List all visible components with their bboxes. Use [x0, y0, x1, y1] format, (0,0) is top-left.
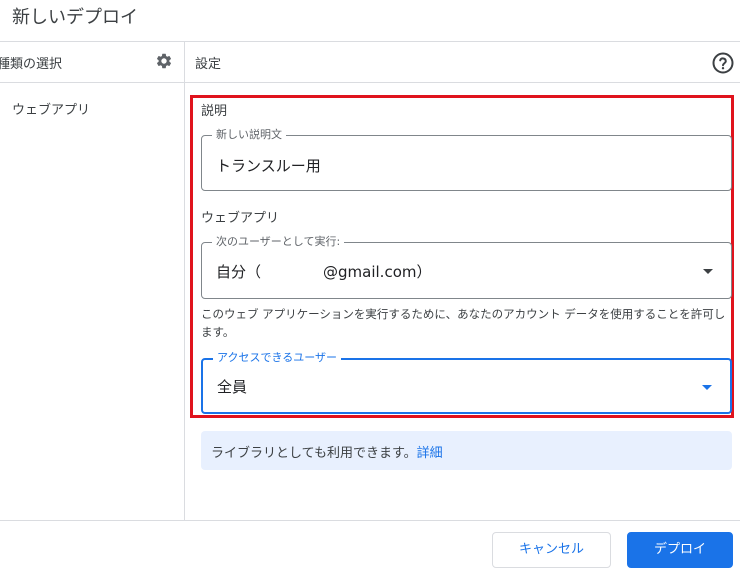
learn-more-link[interactable]: 詳細 — [417, 446, 443, 461]
gear-icon[interactable] — [155, 52, 173, 70]
library-info-message: ライブラリとしても利用できます。 — [211, 446, 417, 461]
access-select[interactable]: アクセスできるユーザー 全員 — [201, 351, 732, 414]
dialog-title: 新しいデプロイ — [12, 7, 138, 28]
type-select-label: 種類の選択 — [0, 57, 63, 72]
webapp-section-title: ウェブアプリ — [201, 211, 280, 226]
execute-as-value-suffix: @gmail.com） — [323, 263, 432, 281]
execute-as-hint: このウェブ アプリケーションを実行するために、あなたのアカウント データを使用す… — [201, 307, 726, 339]
execute-as-select[interactable]: 次のユーザーとして実行: 自分（ @gmail.com） — [201, 235, 732, 299]
sidebar-item-webapp[interactable]: ウェブアプリ — [12, 99, 90, 118]
execute-as-value: 自分（ @gmail.com） — [216, 261, 431, 282]
help-icon[interactable] — [711, 51, 735, 75]
execute-as-value-prefix: 自分（ — [216, 263, 262, 281]
settings-label: 設定 — [195, 57, 222, 72]
cancel-button[interactable]: キャンセル — [492, 532, 611, 568]
execute-as-label: 次のユーザーとして実行: — [212, 235, 345, 249]
access-value: 全員 — [217, 378, 248, 396]
description-field[interactable]: 新しい説明文 トランスルー用 — [201, 128, 732, 191]
footer-divider — [0, 520, 740, 521]
description-input[interactable]: トランスルー用 — [216, 155, 321, 176]
library-info-text: ライブラリとしても利用できます。詳細 — [211, 442, 443, 461]
description-field-label: 新しい説明文 — [212, 128, 286, 142]
panel-divider — [184, 42, 185, 520]
chevron-down-icon[interactable] — [702, 385, 712, 390]
description-title: 説明 — [201, 104, 228, 119]
access-label: アクセスできるユーザー — [213, 351, 342, 365]
deploy-button[interactable]: デプロイ — [627, 532, 733, 568]
library-info-bar: ライブラリとしても利用できます。詳細 — [201, 431, 732, 470]
panel-header-divider — [0, 82, 740, 83]
chevron-down-icon[interactable] — [703, 269, 713, 274]
